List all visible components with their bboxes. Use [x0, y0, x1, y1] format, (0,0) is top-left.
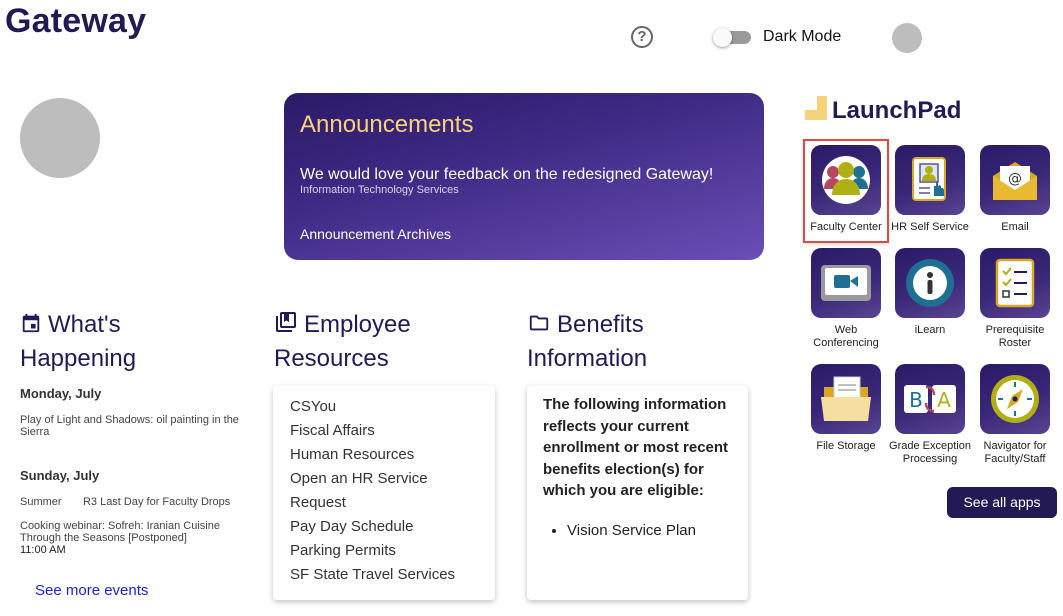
app-web-conferencing[interactable]: Web Conferencing	[805, 248, 887, 350]
app-title: Gateway	[5, 2, 147, 40]
event-item[interactable]: Summer R3 Last Day for Faculty Drops	[20, 496, 240, 508]
help-icon[interactable]: ?	[631, 26, 653, 48]
announcement-source: Information Technology Services	[300, 184, 459, 196]
resource-link[interactable]: Parking Permits	[290, 539, 495, 563]
app-hr-self-service[interactable]: HR Self Service	[889, 145, 971, 234]
events-list: Monday, July Play of Light and Shadows: …	[20, 386, 240, 568]
announcement-archives-link[interactable]: Announcement Archives	[300, 226, 451, 242]
app-file-storage[interactable]: File Storage	[805, 364, 887, 453]
app-tile	[980, 364, 1050, 434]
app-prerequisite-roster[interactable]: Prerequisite Roster	[974, 248, 1056, 350]
launchpad-title: LaunchPad	[832, 97, 962, 124]
announcements-card: Announcements We would love your feedbac…	[284, 93, 764, 260]
resource-link[interactable]: Fiscal Affairs	[290, 419, 495, 443]
app-tile: B A	[895, 364, 965, 434]
resource-link[interactable]: Request	[290, 491, 495, 515]
dark-mode-toggle[interactable]	[713, 28, 751, 47]
resource-link[interactable]: Human Resources	[290, 443, 495, 467]
event-title: Cooking webinar: Sofreh: Iranian Cuisine…	[20, 520, 220, 544]
resource-link[interactable]: Pay Day Schedule	[290, 515, 495, 539]
whats-happening-title-1: What's	[48, 311, 121, 338]
see-more-events-link[interactable]: See more events	[35, 582, 148, 599]
dark-mode-label: Dark Mode	[763, 28, 842, 45]
event-item[interactable]: Play of Light and Shadows: oil painting …	[20, 414, 240, 438]
profile-avatar	[20, 98, 100, 178]
toggle-knob	[713, 28, 732, 47]
app-email[interactable]: @ Email	[974, 145, 1056, 234]
app-grade-exception-processing[interactable]: B A Grade Exception Processing	[889, 364, 971, 466]
employee-resources-title-1: Employee	[304, 311, 411, 338]
resource-link[interactable]: CSYou	[290, 395, 495, 419]
app-label: HR Self Service	[891, 221, 969, 233]
resource-link[interactable]: Open an HR Service	[290, 467, 495, 491]
event-title: Summer R3 Last Day for Faculty Drops	[20, 496, 231, 508]
employee-resources-card: CSYou Fiscal Affairs Human Resources Ope…	[273, 386, 495, 600]
grade-swap-icon: B A	[904, 385, 956, 413]
see-all-apps-button[interactable]: See all apps	[947, 487, 1057, 518]
svg-text:A: A	[937, 388, 951, 412]
faculty-group-icon	[822, 156, 870, 204]
hr-badge-icon	[912, 157, 946, 201]
user-menu-avatar[interactable]	[892, 23, 922, 53]
app-navigator[interactable]: Navigator for Faculty/Staff	[974, 364, 1056, 466]
resource-link[interactable]: SF State Travel Services	[290, 563, 495, 587]
app-label: iLearn	[914, 324, 946, 336]
library-books-icon	[274, 310, 298, 343]
benefits-heading: Benefits Information	[527, 309, 647, 375]
benefits-card: The following information reflects your …	[527, 386, 748, 600]
app-label: Navigator for Faculty/Staff	[983, 440, 1047, 465]
app-tile: @	[980, 145, 1050, 215]
checklist-icon	[995, 258, 1035, 308]
app-tile	[980, 248, 1050, 318]
benefits-plan-item[interactable]: Vision Service Plan	[567, 522, 738, 539]
employee-resources-heading: Employee Resources	[274, 309, 411, 375]
app-faculty-center[interactable]: Faculty Center	[803, 139, 889, 243]
app-label: Grade Exception Processing	[889, 440, 971, 465]
app-label: File Storage	[816, 440, 876, 452]
app-tile	[811, 364, 881, 434]
app-label: Faculty Center	[810, 221, 882, 233]
app-tile	[895, 248, 965, 318]
folder-icon	[527, 311, 551, 343]
folder-files-icon	[821, 376, 871, 421]
event-time: 11:00 AM	[20, 544, 66, 556]
whats-happening-title-2: Happening	[20, 345, 137, 372]
calendar-icon	[20, 311, 42, 343]
svg-text:B: B	[909, 388, 923, 412]
app-tile	[811, 145, 881, 215]
announcement-message[interactable]: We would love your feedback on the redes…	[300, 166, 713, 184]
event-day: Monday, July	[20, 386, 102, 401]
app-label: Email	[1001, 221, 1029, 233]
event-item[interactable]: Cooking webinar: Sofreh: Iranian Cuisine…	[20, 520, 240, 556]
event-title: Play of Light and Shadows: oil painting …	[20, 414, 239, 438]
benefits-title-1: Benefits	[557, 311, 644, 338]
app-tile	[895, 145, 965, 215]
benefits-plan-list: Vision Service Plan	[543, 522, 738, 539]
app-label: Web Conferencing	[813, 324, 879, 349]
app-ilearn[interactable]: iLearn	[889, 248, 971, 337]
svg-text:@: @	[1008, 171, 1022, 187]
info-circle-icon	[906, 259, 954, 307]
benefits-title-2: Information	[527, 345, 648, 372]
event-day: Sunday, July	[20, 468, 100, 483]
video-camera-icon	[821, 265, 871, 301]
app-tile	[811, 248, 881, 318]
benefits-intro: The following information reflects your …	[543, 396, 729, 499]
email-envelope-icon: @	[993, 162, 1037, 200]
employee-resources-title-2: Resources	[274, 345, 389, 372]
app-label: Prerequisite Roster	[985, 324, 1045, 349]
announcements-title: Announcements	[300, 111, 474, 138]
whats-happening-heading: What's Happening	[20, 309, 136, 375]
compass-icon	[991, 375, 1039, 423]
